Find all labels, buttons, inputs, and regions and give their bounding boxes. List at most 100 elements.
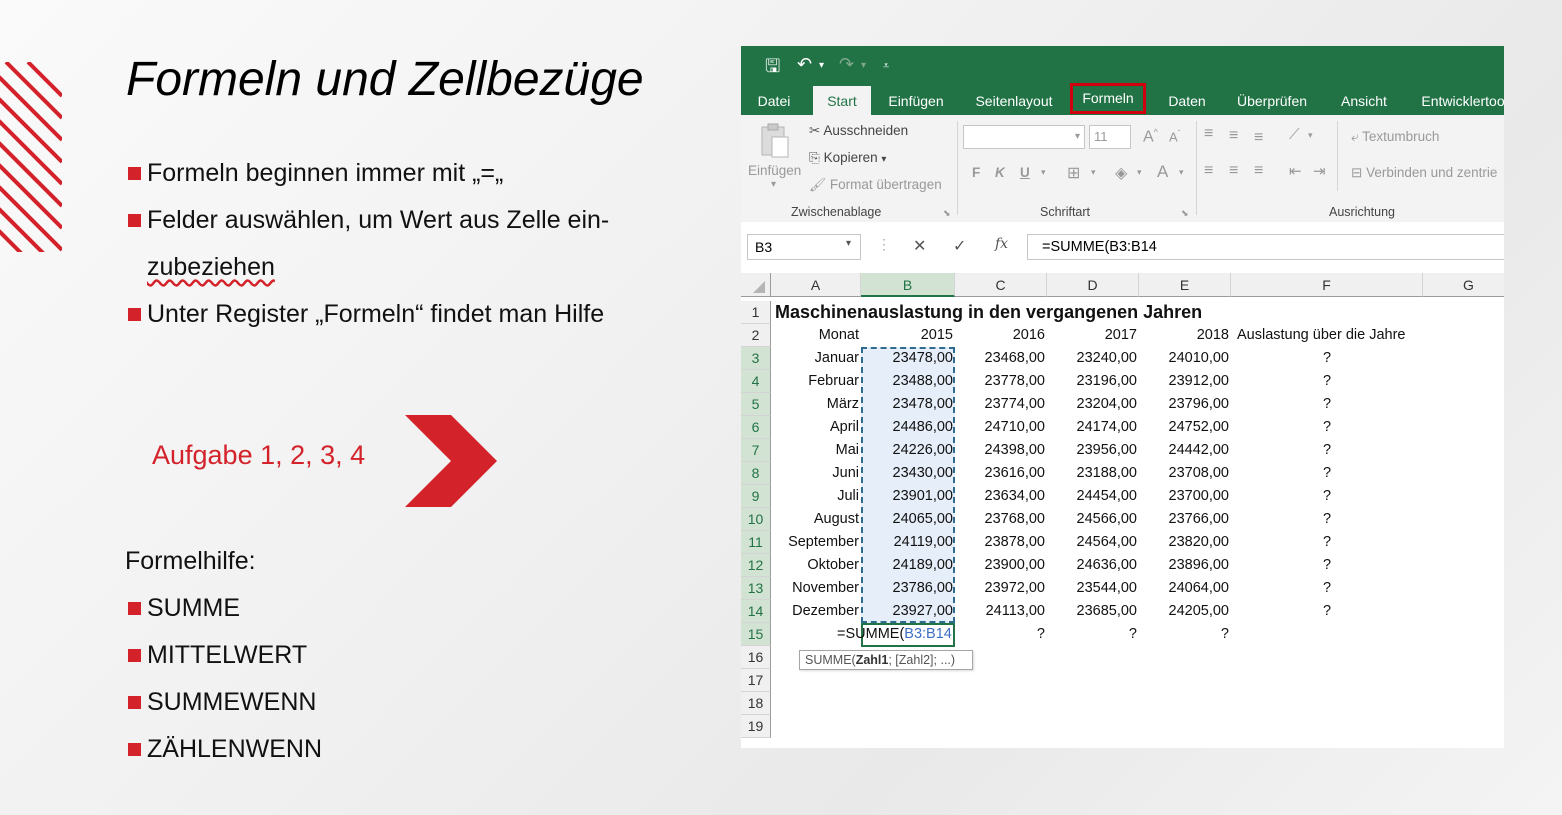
value-cell[interactable]: 24398,00 [955, 439, 1047, 462]
result-cell[interactable]: ? [1139, 623, 1231, 646]
value-cell[interactable]: 23685,00 [1047, 600, 1139, 623]
border-dropdown-icon[interactable]: ▾ [1091, 167, 1096, 178]
column-header[interactable]: G [1423, 273, 1504, 297]
row-header[interactable]: 13 [741, 577, 771, 600]
tab-formeln[interactable]: Formeln [1070, 83, 1146, 114]
month-cell[interactable]: Mai [771, 439, 861, 462]
value-cell[interactable]: 23774,00 [955, 393, 1047, 416]
increase-indent-icon[interactable]: ⇥ [1313, 162, 1326, 180]
utilization-cell[interactable]: ? [1231, 554, 1423, 577]
value-cell[interactable]: 23634,00 [955, 485, 1047, 508]
row-header[interactable]: 12 [741, 554, 771, 577]
column-header[interactable]: D [1047, 273, 1139, 297]
utilization-cell[interactable]: ? [1231, 485, 1423, 508]
value-cell[interactable]: 24442,00 [1139, 439, 1231, 462]
row-header[interactable]: 16 [741, 646, 771, 669]
value-cell[interactable]: 24205,00 [1139, 600, 1231, 623]
value-cell[interactable]: 24564,00 [1047, 531, 1139, 554]
align-center-icon[interactable]: ≡ [1229, 162, 1238, 180]
select-all-corner[interactable] [741, 273, 771, 297]
tab-ansicht[interactable]: Ansicht [1329, 86, 1399, 115]
result-cell[interactable]: ? [955, 623, 1047, 646]
value-cell[interactable]: 23204,00 [1047, 393, 1139, 416]
column-header[interactable]: C [955, 273, 1047, 297]
tab-ueberpruefen[interactable]: Überprüfen [1229, 86, 1315, 115]
value-cell[interactable]: 23766,00 [1139, 508, 1231, 531]
utilization-cell[interactable]: ? [1231, 531, 1423, 554]
value-cell[interactable]: 23468,00 [955, 347, 1047, 370]
value-cell[interactable]: 23972,00 [955, 577, 1047, 600]
utilization-cell[interactable]: ? [1231, 508, 1423, 531]
header-cell[interactable]: 2015 [861, 324, 955, 347]
value-cell[interactable]: 24636,00 [1047, 554, 1139, 577]
value-cell[interactable]: 23700,00 [1139, 485, 1231, 508]
month-cell[interactable]: Februar [771, 370, 861, 393]
utilization-cell[interactable]: ? [1231, 439, 1423, 462]
value-cell[interactable]: 24010,00 [1139, 347, 1231, 370]
value-cell[interactable]: 23616,00 [955, 462, 1047, 485]
underline-dropdown-icon[interactable]: ▾ [1041, 167, 1046, 178]
header-cell[interactable]: 2018 [1139, 324, 1231, 347]
month-cell[interactable]: Januar [771, 347, 861, 370]
orientation-dropdown-icon[interactable]: ▾ [1308, 130, 1313, 141]
month-cell[interactable]: September [771, 531, 861, 554]
month-cell[interactable]: Juni [771, 462, 861, 485]
orientation-icon[interactable]: ⟋ [1289, 126, 1300, 143]
column-header[interactable]: A [771, 273, 861, 297]
row-header[interactable]: 1 [741, 301, 771, 324]
row-header[interactable]: 14 [741, 600, 771, 623]
italic-button[interactable]: K [995, 165, 1005, 180]
formula-editing-cell[interactable]: =SUMME(B3:B14 [837, 623, 967, 646]
align-left-icon[interactable]: ≡ [1204, 162, 1213, 180]
align-right-icon[interactable]: ≡ [1254, 162, 1263, 180]
row-header[interactable]: 6 [741, 416, 771, 439]
name-box[interactable]: B3 [747, 234, 861, 260]
utilization-cell[interactable]: ? [1231, 347, 1423, 370]
tab-start[interactable]: Start [813, 86, 871, 115]
sheet-title-cell[interactable]: Maschinenauslastung in den vergangenen J… [771, 300, 1202, 323]
tab-entwicklertools[interactable]: Entwicklertoo [1413, 86, 1504, 115]
row-header[interactable]: 17 [741, 669, 771, 692]
dialog-launcher-icon[interactable]: ⬊ [943, 208, 951, 219]
value-cell[interactable]: 23240,00 [1047, 347, 1139, 370]
value-cell[interactable]: 24566,00 [1047, 508, 1139, 531]
value-cell[interactable]: 23956,00 [1047, 439, 1139, 462]
underline-button[interactable]: U [1020, 165, 1030, 180]
header-cell[interactable]: Monat [771, 324, 861, 347]
format-painter-button[interactable]: 🖌 Format übertragen [809, 177, 942, 193]
utilization-cell[interactable]: ? [1231, 600, 1423, 623]
result-cell[interactable]: ? [1047, 623, 1139, 646]
row-header[interactable]: 15 [741, 623, 771, 646]
row-header[interactable]: 9 [741, 485, 771, 508]
fill-color-icon[interactable]: ◈ [1115, 163, 1127, 183]
column-header[interactable]: B [861, 273, 955, 297]
paste-dropdown-icon[interactable]: ▾ [771, 179, 776, 190]
cancel-icon[interactable]: ✕ [913, 236, 926, 255]
tab-einfuegen[interactable]: Einfügen [879, 86, 953, 115]
value-cell[interactable]: 23708,00 [1139, 462, 1231, 485]
align-bottom-icon[interactable]: ≡ [1254, 129, 1263, 147]
save-icon[interactable]: 🖫 [765, 54, 780, 84]
enter-icon[interactable]: ✓ [953, 236, 966, 255]
shrink-font-icon[interactable]: Aˇ [1169, 129, 1180, 144]
value-cell[interactable]: 23796,00 [1139, 393, 1231, 416]
font-size-select[interactable]: 11 [1089, 125, 1131, 149]
header-cell[interactable]: 2017 [1047, 324, 1139, 347]
bold-button[interactable]: F [972, 165, 980, 180]
tab-datei[interactable]: Datei [741, 86, 807, 115]
insert-function-icon[interactable]: fx [995, 236, 1008, 252]
tab-daten[interactable]: Daten [1159, 86, 1215, 115]
row-header[interactable]: 8 [741, 462, 771, 485]
value-cell[interactable]: 23912,00 [1139, 370, 1231, 393]
font-color-icon[interactable]: A [1157, 162, 1168, 182]
font-color-dropdown-icon[interactable]: ▾ [1179, 167, 1184, 178]
month-cell[interactable]: Juli [771, 485, 861, 508]
fill-dropdown-icon[interactable]: ▾ [1137, 167, 1142, 178]
wrap-text-button[interactable]: ⤶ Textumbruch [1351, 129, 1439, 145]
formula-input[interactable]: =SUMME(B3:B14 [1027, 234, 1504, 260]
column-header[interactable]: E [1139, 273, 1231, 297]
dialog-launcher-icon[interactable]: ⬊ [1181, 208, 1189, 219]
row-header[interactable]: 18 [741, 692, 771, 715]
header-cell[interactable]: 2016 [955, 324, 1047, 347]
row-header[interactable]: 5 [741, 393, 771, 416]
